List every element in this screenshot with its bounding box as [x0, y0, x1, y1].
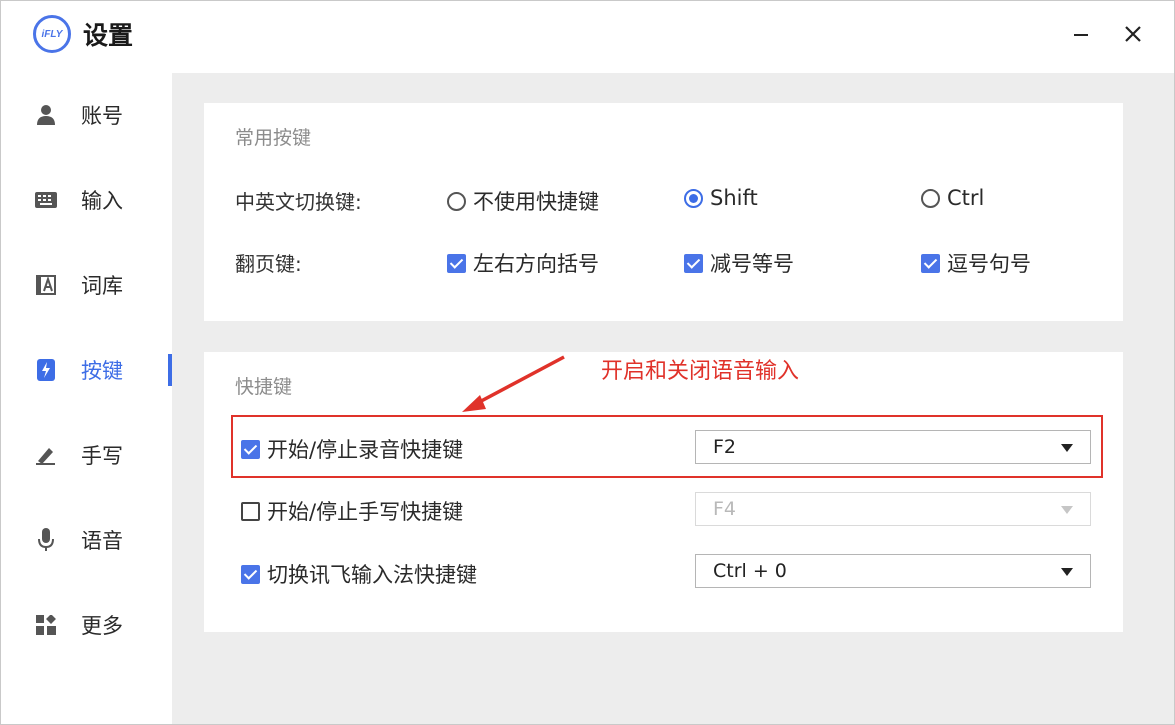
- sidebar-item-label: 手写: [81, 444, 123, 468]
- radio-button[interactable]: [921, 188, 940, 208]
- sidebar-item-label: 输入: [81, 189, 123, 213]
- sidebar-item-label: 词库: [81, 274, 123, 298]
- minimize-icon: [1073, 26, 1089, 46]
- sidebar-item-label: 按键: [81, 359, 123, 383]
- microphone-icon: [35, 528, 57, 551]
- settings-window: iFLY 设置 账号 输入 词库 按键 手写 语音 更多 常用按键 中英文切换键…: [0, 0, 1175, 725]
- key-bolt-icon: [35, 359, 57, 381]
- keyboard-icon: [35, 189, 57, 211]
- shortcut-label: 切换讯飞输入法快捷键: [267, 563, 477, 587]
- sidebar-item-voice[interactable]: 语音: [1, 518, 172, 562]
- switch-key-label: 中英文切换键:: [235, 190, 362, 214]
- user-icon: [35, 104, 57, 126]
- close-icon: [1124, 25, 1142, 47]
- radio-no-shortcut[interactable]: 不使用快捷键: [447, 186, 599, 216]
- checkbox[interactable]: [241, 501, 260, 521]
- checkbox-brackets[interactable]: 左右方向括号: [447, 248, 599, 278]
- highlight-box: [231, 415, 1103, 478]
- radio-button[interactable]: [447, 191, 466, 211]
- radio-shift[interactable]: Shift: [684, 186, 758, 210]
- sidebar-item-label: 更多: [81, 614, 123, 638]
- panel-title: 常用按键: [235, 127, 312, 149]
- dictionary-icon: [35, 274, 57, 296]
- panel-title: 快捷键: [235, 376, 293, 398]
- checkbox[interactable]: [921, 253, 940, 273]
- radio-ctrl[interactable]: Ctrl: [921, 186, 984, 210]
- checkbox[interactable]: [447, 253, 466, 273]
- select-value: Ctrl + 0: [713, 560, 787, 582]
- shortcut-switch-ime-select[interactable]: Ctrl + 0: [695, 554, 1091, 588]
- chevron-down-icon: [1061, 506, 1073, 514]
- radio-label: 不使用快捷键: [473, 190, 599, 214]
- shortcut-handwriting-select: F4: [695, 492, 1091, 526]
- sidebar-item-dictionary[interactable]: 词库: [1, 263, 172, 307]
- radio-button[interactable]: [684, 188, 703, 208]
- shortcut-label: 开始/停止手写快捷键: [267, 500, 464, 524]
- select-value: F4: [713, 498, 737, 520]
- title-bar: [172, 1, 1174, 73]
- ifly-logo: iFLY: [33, 15, 71, 53]
- page-key-label: 翻页键:: [235, 252, 302, 276]
- checkbox-label: 逗号句号: [947, 252, 1031, 276]
- sidebar-item-input[interactable]: 输入: [1, 178, 172, 222]
- sidebar: iFLY 设置 账号 输入 词库 按键 手写 语音 更多: [1, 1, 172, 724]
- sidebar-item-keys[interactable]: 按键: [1, 348, 172, 392]
- minimize-button[interactable]: [1066, 21, 1096, 51]
- radio-label: Ctrl: [947, 186, 985, 210]
- sidebar-item-label: 账号: [81, 104, 123, 128]
- annotation-text: 开启和关闭语音输入: [601, 359, 800, 384]
- checkbox-minus-equal[interactable]: 减号等号: [684, 248, 794, 278]
- sidebar-item-handwriting[interactable]: 手写: [1, 433, 172, 477]
- chevron-down-icon: [1061, 568, 1073, 576]
- pen-icon: [35, 444, 57, 466]
- checkbox-label: 减号等号: [710, 252, 794, 276]
- close-button[interactable]: [1118, 21, 1148, 51]
- checkbox[interactable]: [241, 564, 260, 584]
- sidebar-item-more[interactable]: 更多: [1, 603, 172, 647]
- checkbox-comma-period[interactable]: 逗号句号: [921, 248, 1031, 278]
- common-keys-panel: 常用按键 中英文切换键: 不使用快捷键 Shift Ctrl 翻页键: 左右方向…: [204, 103, 1123, 321]
- checkbox[interactable]: [684, 253, 703, 273]
- checkbox-label: 左右方向括号: [473, 252, 599, 276]
- brand: iFLY 设置: [33, 15, 133, 53]
- shortcuts-panel: 快捷键 开始/停止录音快捷键 F2 开始/停止手写快捷键 F4 切换讯飞输入法快…: [204, 352, 1123, 632]
- window-title: 设置: [83, 21, 134, 50]
- sidebar-item-label: 语音: [81, 529, 123, 553]
- annotation-arrow-icon: [462, 355, 565, 412]
- shortcut-handwriting-toggle[interactable]: 开始/停止手写快捷键: [241, 496, 463, 526]
- radio-label: Shift: [710, 186, 758, 210]
- more-grid-icon: [35, 614, 57, 636]
- shortcut-switch-ime-toggle[interactable]: 切换讯飞输入法快捷键: [241, 559, 477, 589]
- sidebar-item-account[interactable]: 账号: [1, 93, 172, 137]
